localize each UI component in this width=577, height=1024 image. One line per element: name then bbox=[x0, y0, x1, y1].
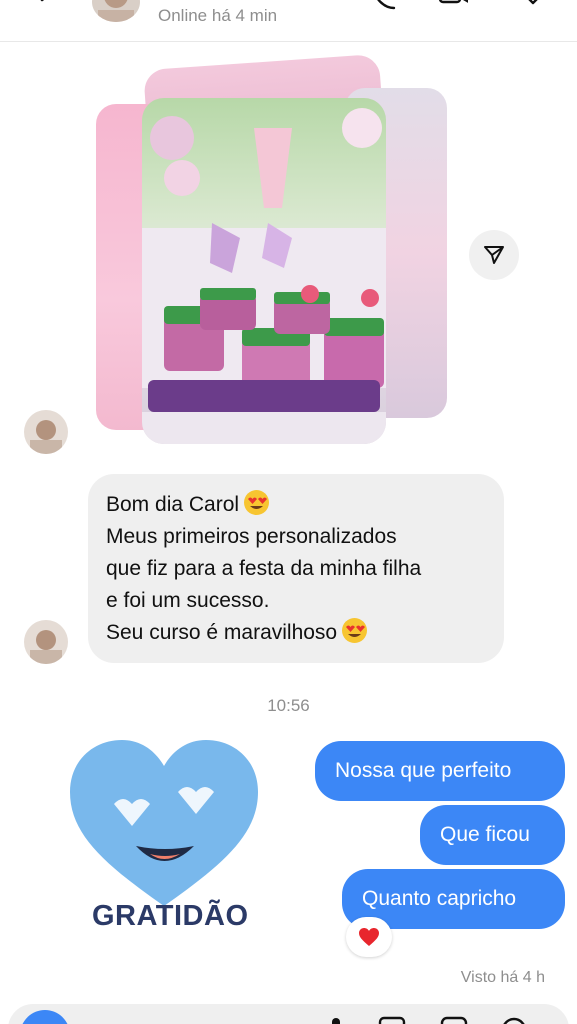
message-line: e foi um sucesso. bbox=[106, 589, 270, 612]
message-line: que fiz para a festa da minha filha bbox=[106, 557, 422, 580]
incoming-message[interactable]: Bom dia Carol Meus primeiros personaliza… bbox=[88, 474, 504, 663]
seen-status: Visto há 4 h bbox=[460, 969, 545, 986]
message-composer[interactable] bbox=[8, 1004, 569, 1024]
message-line: Meus primeiros personalizados bbox=[106, 525, 397, 548]
back-arrow-icon[interactable] bbox=[36, 0, 58, 10]
share-button[interactable] bbox=[469, 230, 519, 280]
message-timestamp: 10:56 bbox=[267, 696, 310, 715]
chat-header: Online há 4 min bbox=[0, 0, 577, 42]
gallery-icon[interactable] bbox=[378, 1016, 406, 1024]
heart-eyes-emoji bbox=[244, 490, 270, 515]
sticker-text: GRATIDÃO bbox=[92, 900, 249, 932]
phone-icon[interactable] bbox=[368, 0, 398, 16]
outgoing-message[interactable]: Que ficou bbox=[420, 805, 565, 865]
send-share-icon bbox=[484, 246, 504, 264]
shared-party-photo[interactable] bbox=[142, 98, 386, 444]
sticker-icon[interactable] bbox=[440, 1016, 468, 1024]
online-status: Online há 4 min bbox=[158, 6, 278, 25]
heart-icon[interactable] bbox=[518, 0, 548, 16]
heart-eyes-emoji bbox=[342, 618, 368, 643]
outgoing-message[interactable]: Nossa que perfeito bbox=[315, 741, 565, 801]
sender-avatar[interactable] bbox=[24, 410, 68, 454]
message-reaction[interactable] bbox=[346, 917, 392, 957]
sender-avatar[interactable] bbox=[24, 620, 68, 664]
plus-icon[interactable] bbox=[500, 1016, 528, 1024]
red-heart-icon bbox=[359, 928, 379, 946]
microphone-icon[interactable] bbox=[322, 1016, 350, 1024]
message-line: Seu curso é maravilhoso bbox=[106, 617, 486, 649]
video-call-icon[interactable] bbox=[438, 0, 468, 16]
contact-avatar[interactable] bbox=[92, 0, 140, 22]
message-line: Bom dia Carol bbox=[106, 489, 486, 521]
